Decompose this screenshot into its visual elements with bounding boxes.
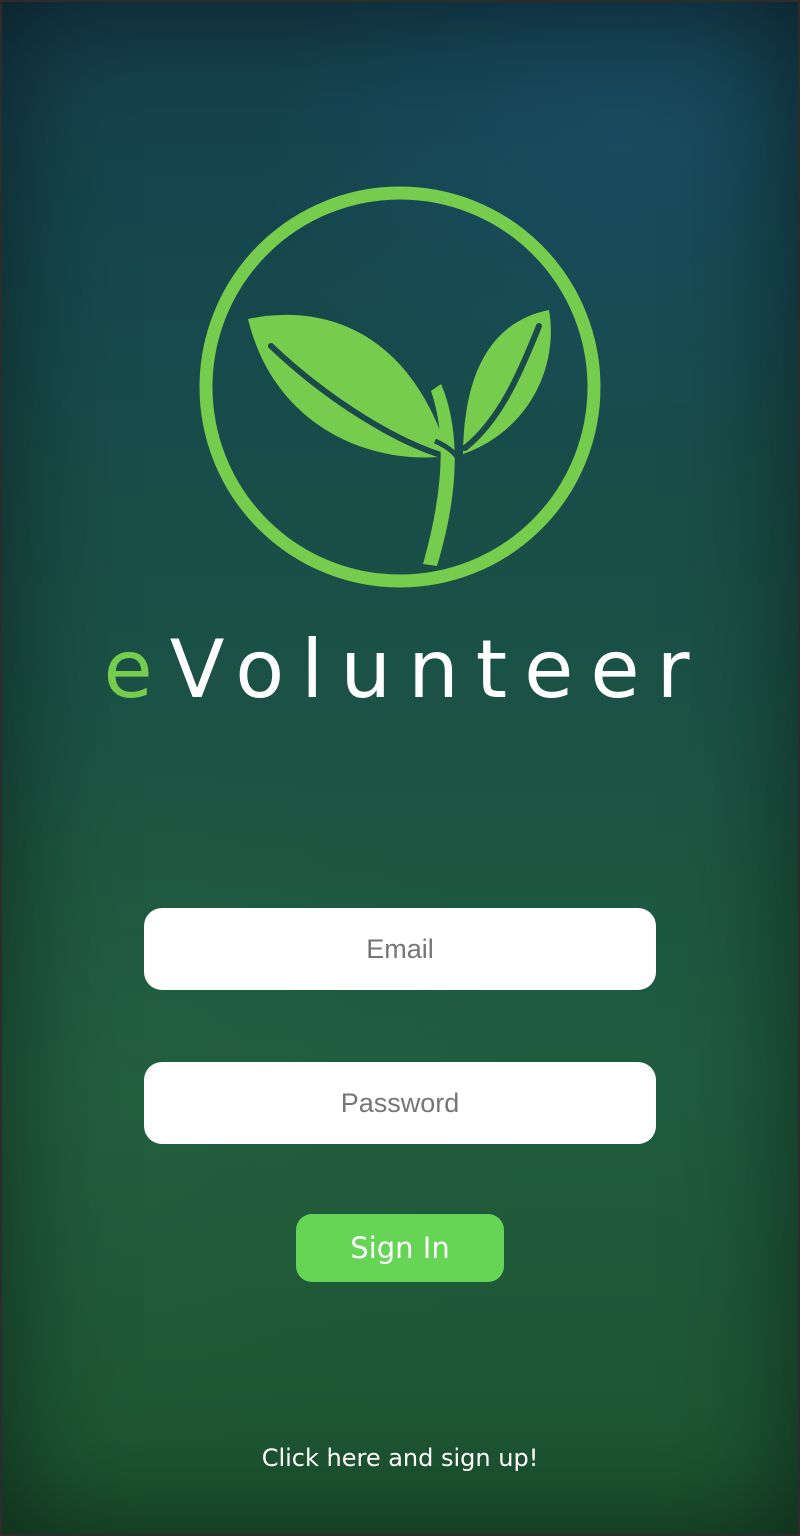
sign-up-link[interactable]: Click here and sign up!: [0, 1444, 800, 1472]
sprout-logo-icon: [199, 186, 601, 588]
sign-in-button[interactable]: Sign In: [296, 1214, 504, 1282]
app-title-name: Volunteer: [169, 623, 707, 716]
password-field[interactable]: [144, 1062, 656, 1144]
app-title: eVolunteer: [0, 622, 800, 718]
email-field[interactable]: [144, 908, 656, 990]
app-title-prefix: e: [103, 623, 170, 716]
